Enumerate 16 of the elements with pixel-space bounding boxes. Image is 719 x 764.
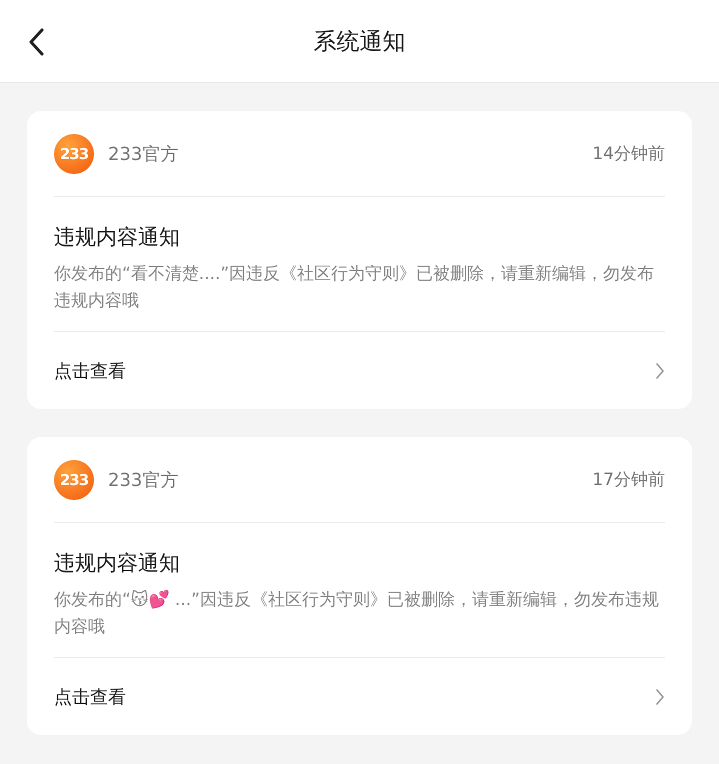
back-icon (28, 28, 44, 56)
chevron-right-icon (655, 688, 665, 706)
page-title: 系统通知 (314, 28, 406, 56)
timestamp: 17分钟前 (592, 469, 665, 491)
logo-icon: 233 (54, 460, 94, 500)
notification-message: 你发布的“看不清楚....”因违反《社区行为守则》已被删除，请重新编辑，勿发布违规内容哦 (54, 263, 656, 313)
sender-name: 233官方 (108, 468, 178, 492)
view-link[interactable]: 点击查看 (54, 332, 665, 409)
logo-icon: 233 (54, 134, 94, 174)
view-link[interactable]: 点击查看 (54, 658, 665, 735)
notification-message: 你发布的“😽💕 ...”因违反《社区行为守则》已被删除，请重新编辑，勿发布违规内容哦 (54, 588, 660, 639)
sender-name: 233官方 (108, 142, 178, 166)
timestamp: 14分钟前 (592, 143, 665, 165)
chevron-right-icon (655, 362, 665, 380)
notification-title: 违规内容通知 (54, 550, 181, 577)
notification-title: 违规内容通知 (54, 224, 181, 251)
